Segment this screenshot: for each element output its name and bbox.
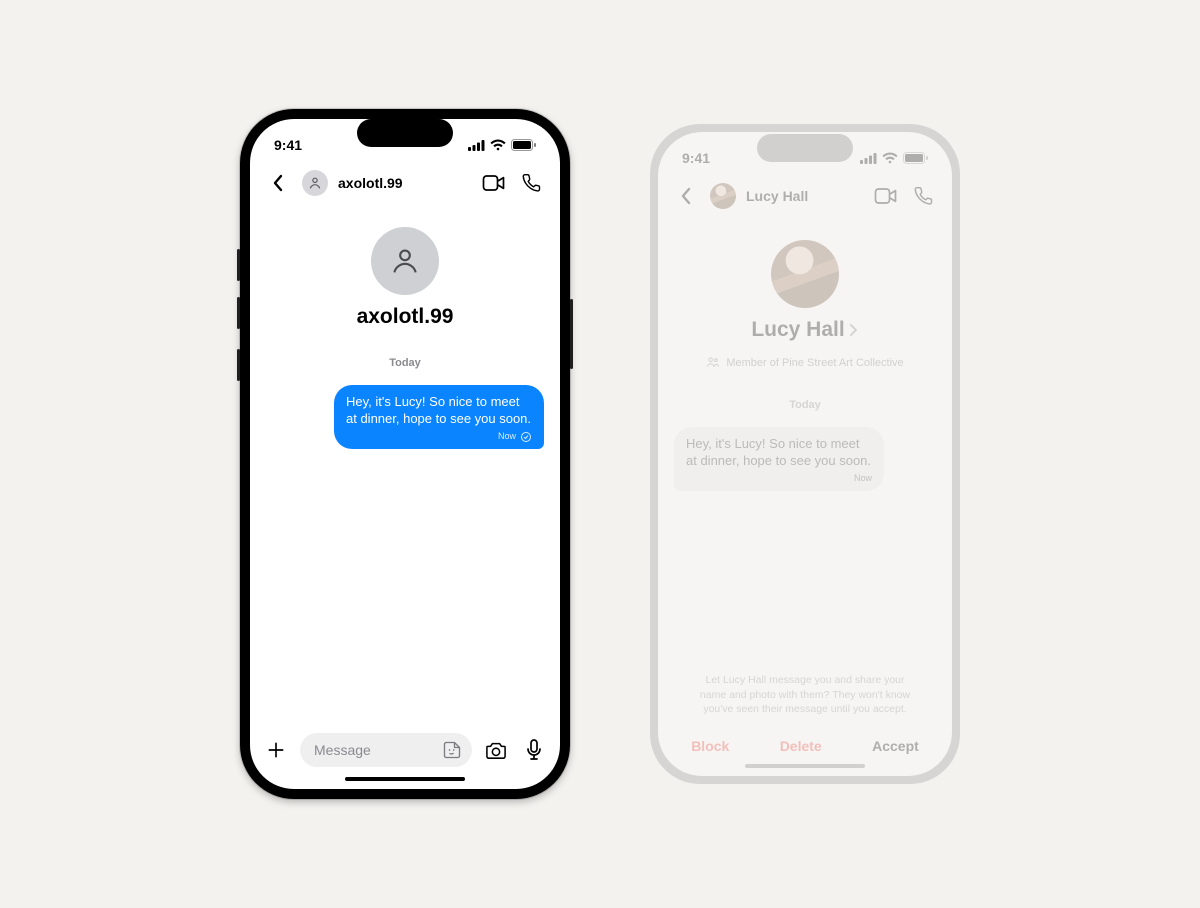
home-indicator[interactable] bbox=[345, 777, 465, 781]
home-indicator[interactable] bbox=[745, 764, 865, 768]
phone-icon bbox=[914, 186, 934, 206]
message-bubble-outgoing[interactable]: Hey, it's Lucy! So nice to meet at dinne… bbox=[334, 385, 544, 449]
header-avatar[interactable] bbox=[710, 183, 736, 209]
status-time: 9:41 bbox=[274, 137, 302, 153]
wifi-icon bbox=[490, 139, 506, 151]
status-indicators bbox=[468, 139, 536, 151]
video-call-button[interactable] bbox=[480, 169, 508, 197]
add-button[interactable] bbox=[262, 736, 290, 764]
message-request-text: Let Lucy Hall message you and share your… bbox=[674, 673, 936, 716]
chat-body: Lucy Hall Member of Pine Street Art Coll… bbox=[658, 218, 952, 724]
battery-icon bbox=[511, 139, 536, 151]
delete-button[interactable]: Delete bbox=[780, 738, 822, 754]
audio-call-button[interactable] bbox=[518, 169, 546, 197]
contact-name: Lucy Hall bbox=[751, 318, 858, 342]
dynamic-island bbox=[357, 119, 453, 147]
cellular-icon bbox=[860, 153, 877, 164]
message-meta: Now bbox=[686, 473, 872, 485]
chat-header: axolotl.99 bbox=[250, 165, 560, 205]
phone-left: 9:41 axolotl.99 bbox=[240, 109, 570, 799]
message-text: Hey, it's Lucy! So nice to meet at dinne… bbox=[686, 435, 872, 469]
contact-header-block[interactable]: Lucy Hall Member of Pine Street Art Coll… bbox=[674, 240, 936, 371]
group-icon bbox=[706, 356, 720, 368]
header-avatar[interactable] bbox=[302, 170, 328, 196]
chevron-right-icon bbox=[849, 323, 859, 337]
battery-icon bbox=[903, 152, 928, 164]
screen: 9:41 axolotl.99 bbox=[250, 119, 560, 789]
audio-call-button[interactable] bbox=[910, 182, 938, 210]
wifi-icon bbox=[882, 152, 898, 164]
plus-icon bbox=[266, 740, 286, 760]
chat-body: axolotl.99 Today Hey, it's Lucy! So nice… bbox=[250, 205, 560, 727]
header-title[interactable]: Lucy Hall bbox=[746, 188, 808, 204]
date-separator: Today bbox=[266, 357, 544, 369]
camera-icon bbox=[485, 740, 507, 760]
date-separator: Today bbox=[674, 399, 936, 411]
back-button[interactable] bbox=[264, 169, 292, 197]
camera-button[interactable] bbox=[482, 736, 510, 764]
contact-avatar bbox=[771, 240, 839, 308]
back-button[interactable] bbox=[672, 182, 700, 210]
video-icon bbox=[874, 187, 898, 205]
delivered-icon bbox=[520, 431, 532, 443]
status-indicators bbox=[860, 152, 928, 164]
header-title[interactable]: axolotl.99 bbox=[338, 175, 403, 191]
phone-icon bbox=[522, 173, 542, 193]
compose-bar: Message bbox=[250, 727, 560, 773]
video-call-button[interactable] bbox=[872, 182, 900, 210]
video-icon bbox=[482, 174, 506, 192]
accept-button[interactable]: Accept bbox=[872, 738, 919, 754]
person-icon bbox=[307, 175, 323, 191]
mic-icon bbox=[526, 739, 542, 761]
message-placeholder: Message bbox=[314, 742, 371, 758]
screen: 9:41 Lucy Hall bbox=[658, 132, 952, 776]
message-text: Hey, it's Lucy! So nice to meet at dinne… bbox=[346, 393, 532, 427]
sticker-icon bbox=[442, 740, 462, 760]
contact-member-line: Member of Pine Street Art Collective bbox=[706, 356, 903, 371]
dynamic-island bbox=[757, 134, 853, 162]
chevron-left-icon bbox=[272, 174, 284, 192]
message-meta: Now bbox=[346, 431, 532, 443]
message-input[interactable]: Message bbox=[300, 733, 472, 767]
phone-right: 9:41 Lucy Hall bbox=[650, 124, 960, 784]
contact-name: axolotl.99 bbox=[357, 305, 454, 329]
person-icon bbox=[388, 244, 422, 278]
chat-header: Lucy Hall bbox=[658, 178, 952, 218]
chevron-left-icon bbox=[680, 187, 692, 205]
message-bubble-incoming[interactable]: Hey, it's Lucy! So nice to meet at dinne… bbox=[674, 427, 884, 491]
mic-button[interactable] bbox=[520, 736, 548, 764]
cellular-icon bbox=[468, 140, 485, 151]
contact-avatar bbox=[371, 227, 439, 295]
request-actions: Block Delete Accept bbox=[658, 724, 952, 760]
contact-header-block[interactable]: axolotl.99 bbox=[266, 227, 544, 329]
block-button[interactable]: Block bbox=[691, 738, 729, 754]
status-time: 9:41 bbox=[682, 150, 710, 166]
